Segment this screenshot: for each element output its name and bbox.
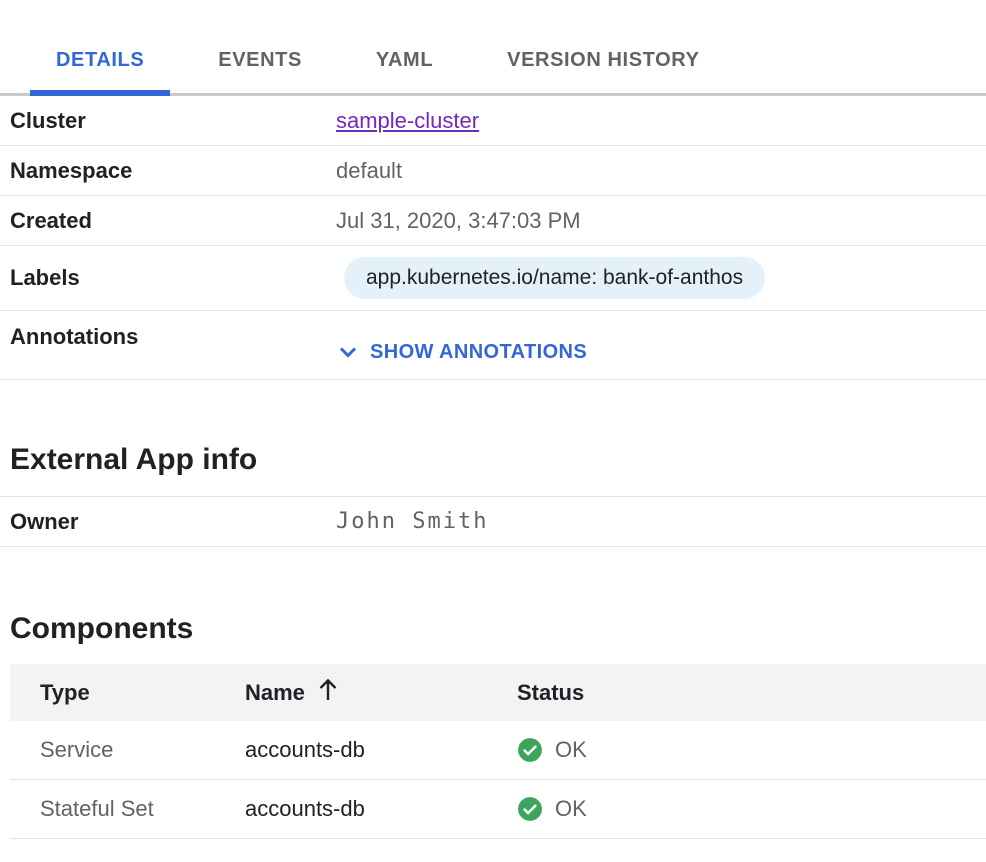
cluster-link[interactable]: sample-cluster xyxy=(336,108,479,133)
status-text: OK xyxy=(555,737,587,763)
column-header-status[interactable]: Status xyxy=(517,680,986,706)
owner-row: Owner John Smith xyxy=(0,496,986,547)
tab-events[interactable]: EVENTS xyxy=(192,48,328,93)
component-name: accounts-db xyxy=(245,796,517,822)
label-chip: app.kubernetes.io/name: bank-of-anthos xyxy=(344,257,765,299)
detail-row-created: Created Jul 31, 2020, 3:47:03 PM xyxy=(0,196,986,246)
column-header-type[interactable]: Type xyxy=(10,680,245,706)
component-type: Stateful Set xyxy=(10,796,245,822)
tab-version-history[interactable]: VERSION HISTORY xyxy=(481,48,725,93)
check-circle-icon xyxy=(517,796,543,822)
components-table-header: Type Name Status xyxy=(10,664,986,721)
show-annotations-button[interactable]: SHOW ANNOTATIONS xyxy=(336,340,587,364)
table-row: Stateful Set accounts-db OK xyxy=(10,780,986,839)
components-title: Components xyxy=(0,611,986,647)
cluster-label: Cluster xyxy=(10,108,336,134)
annotations-label: Annotations xyxy=(10,311,336,350)
status-text: OK xyxy=(555,796,587,822)
namespace-label: Namespace xyxy=(10,158,336,184)
status-badge: OK xyxy=(517,737,986,763)
namespace-value: default xyxy=(336,158,402,184)
owner-value: John Smith xyxy=(336,509,488,534)
component-type: Service xyxy=(10,737,245,763)
show-annotations-label: SHOW ANNOTATIONS xyxy=(370,341,587,364)
table-row: Service accounts-db OK xyxy=(10,721,986,780)
detail-row-namespace: Namespace default xyxy=(0,146,986,196)
check-circle-icon xyxy=(517,737,543,763)
labels-label: Labels xyxy=(10,265,336,291)
detail-row-labels: Labels app.kubernetes.io/name: bank-of-a… xyxy=(0,246,986,311)
column-header-name[interactable]: Name xyxy=(245,677,517,709)
details-section: Cluster sample-cluster Namespace default… xyxy=(0,96,986,380)
detail-row-annotations: Annotations SHOW ANNOTATIONS xyxy=(0,311,986,380)
component-name: accounts-db xyxy=(245,737,517,763)
tab-details[interactable]: DETAILS xyxy=(30,48,170,93)
tab-yaml[interactable]: YAML xyxy=(350,48,459,93)
external-app-info-title: External App info xyxy=(0,442,986,478)
created-label: Created xyxy=(10,208,336,234)
arrow-up-icon xyxy=(317,677,339,709)
owner-label: Owner xyxy=(10,509,336,535)
tab-bar: DETAILS EVENTS YAML VERSION HISTORY xyxy=(0,48,986,96)
created-value: Jul 31, 2020, 3:47:03 PM xyxy=(336,208,581,234)
components-table: Type Name Status Service accounts-db xyxy=(10,664,986,839)
detail-row-cluster: Cluster sample-cluster xyxy=(0,96,986,146)
chevron-down-icon xyxy=(336,340,360,364)
status-badge: OK xyxy=(517,796,986,822)
